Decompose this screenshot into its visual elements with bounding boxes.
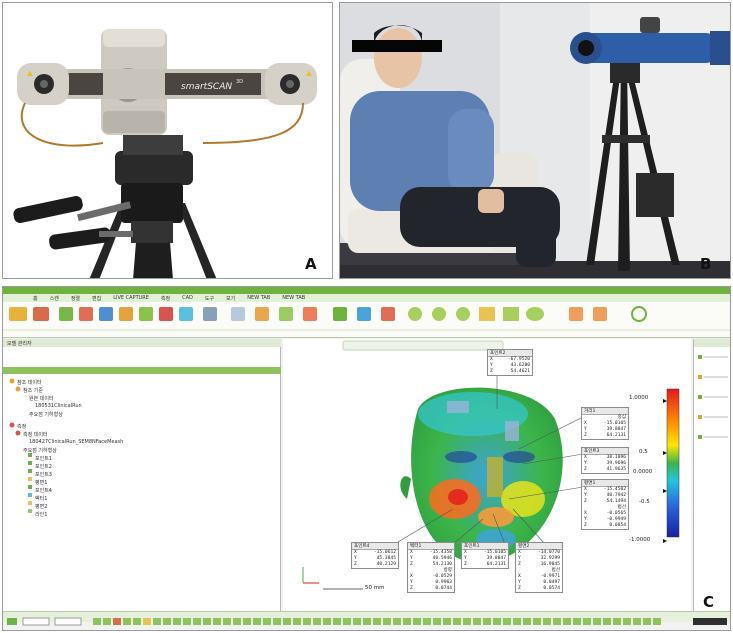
scale-mid-pos-label: 0.5 (639, 449, 648, 455)
tab-home[interactable]: 홈 (33, 295, 38, 302)
tab-scan[interactable]: 스캔 (50, 295, 59, 302)
3d-viewport[interactable]: 1.0000 0.5 0.0000 -0.5 -1.0000 50 mm 포인트… (283, 339, 691, 611)
panel-b-subject-photo: B (339, 2, 731, 279)
callout-point1: 포인트1 X -15.0105 Y 39.8847 Z 64.2131 (461, 542, 509, 569)
subject-photo: B (340, 3, 730, 278)
tab-align[interactable]: 정렬 (71, 295, 80, 302)
callout-title: 평면2 (516, 543, 562, 550)
callout-vector1: 벡터1 X -15.4358 Y 40.5946 Z 54.2130 방향 X -0.0… (407, 542, 455, 593)
tree-icons (9, 378, 32, 513)
device-brand-superscript: 3D (236, 79, 243, 85)
bottom-toolbar (3, 611, 730, 626)
tab-tools[interactable]: 도구 (205, 295, 214, 302)
tab-measure[interactable]: 측정 (161, 295, 170, 302)
face-deviation-map (302, 340, 680, 590)
model-manager-panel: 모델 관리자 참조 데이터 참조 기준 원본 데이터 180531Clinica… (3, 339, 281, 611)
panel-b-letter: B (700, 255, 711, 273)
device-brand-label: smartSCAN (181, 82, 232, 92)
callout-title: 벡터1 (408, 543, 454, 550)
tab-new-tab-2[interactable]: NEW TAB (282, 295, 305, 301)
tab-cad[interactable]: CAD (182, 295, 193, 301)
panel-a-letter: A (305, 255, 317, 273)
panel-c-software-screenshot: 홈 스캔 정렬 편집 LIVE CAPTURE 측정 CAD 도구 보기 NEW… (2, 286, 731, 631)
callout-title: 포인트4 (352, 543, 398, 550)
scale-min-label: -1.0000 (629, 537, 651, 543)
ribbon-icons (3, 306, 730, 331)
tab-edit[interactable]: 편집 (92, 295, 101, 302)
panel-a-scanner-photo: smartSCAN 3D A (2, 2, 333, 279)
callout-title: 포인트3 (582, 448, 628, 455)
callout-distance1: 거리1 중심 X -15.0105 Y 39.8847 Z 64.2131 (581, 407, 629, 440)
tab-live-capture[interactable]: LIVE CAPTURE (113, 295, 149, 301)
tab-new-tab-1[interactable]: NEW TAB (247, 295, 270, 301)
properties-icons (698, 355, 728, 439)
ribbon-toolbar (3, 302, 730, 338)
callout-point4: 포인트4 X -15.0612 Y 45.3845 Z 40.2129 (351, 542, 399, 569)
callout-title: 평면1 (582, 480, 628, 487)
tab-view[interactable]: 보기 (226, 295, 235, 302)
callout-title: 포인트2 (488, 350, 532, 357)
app-title-bar (3, 287, 730, 294)
scale-max-label: 1.0000 (629, 395, 649, 401)
properties-panel (693, 339, 730, 611)
scale-zero-label: 0.0000 (633, 469, 653, 475)
scanner-photo: smartSCAN 3D A (3, 3, 332, 278)
callout-point3: 포인트3 X 38.1896 Y 39.9696 Z 41.9635 (581, 447, 629, 474)
callout-point2: 포인트2 X -67.9520 Y 43.6280 Z 54.4621 (487, 349, 533, 376)
scale-mid-neg-label: -0.5 (639, 499, 650, 505)
panel-c-letter: C (703, 593, 715, 611)
bottom-toolbar-icons (7, 617, 727, 626)
ribbon-tab-bar: 홈 스캔 정렬 편집 LIVE CAPTURE 측정 CAD 도구 보기 NEW… (3, 294, 730, 302)
callout-title: 포인트1 (462, 543, 508, 550)
scalebar-label: 50 mm (365, 585, 385, 591)
callout-plane2: 평면2 X -14.0770 Y 32.9299 Z 16.9845 법선 X -0.9… (515, 542, 563, 593)
callout-plane1: 평면1 X -15.4502 Y 40.7942 Z 54.1494 법선 X -0.0… (581, 479, 629, 530)
callout-title: 거리1 (582, 408, 628, 415)
